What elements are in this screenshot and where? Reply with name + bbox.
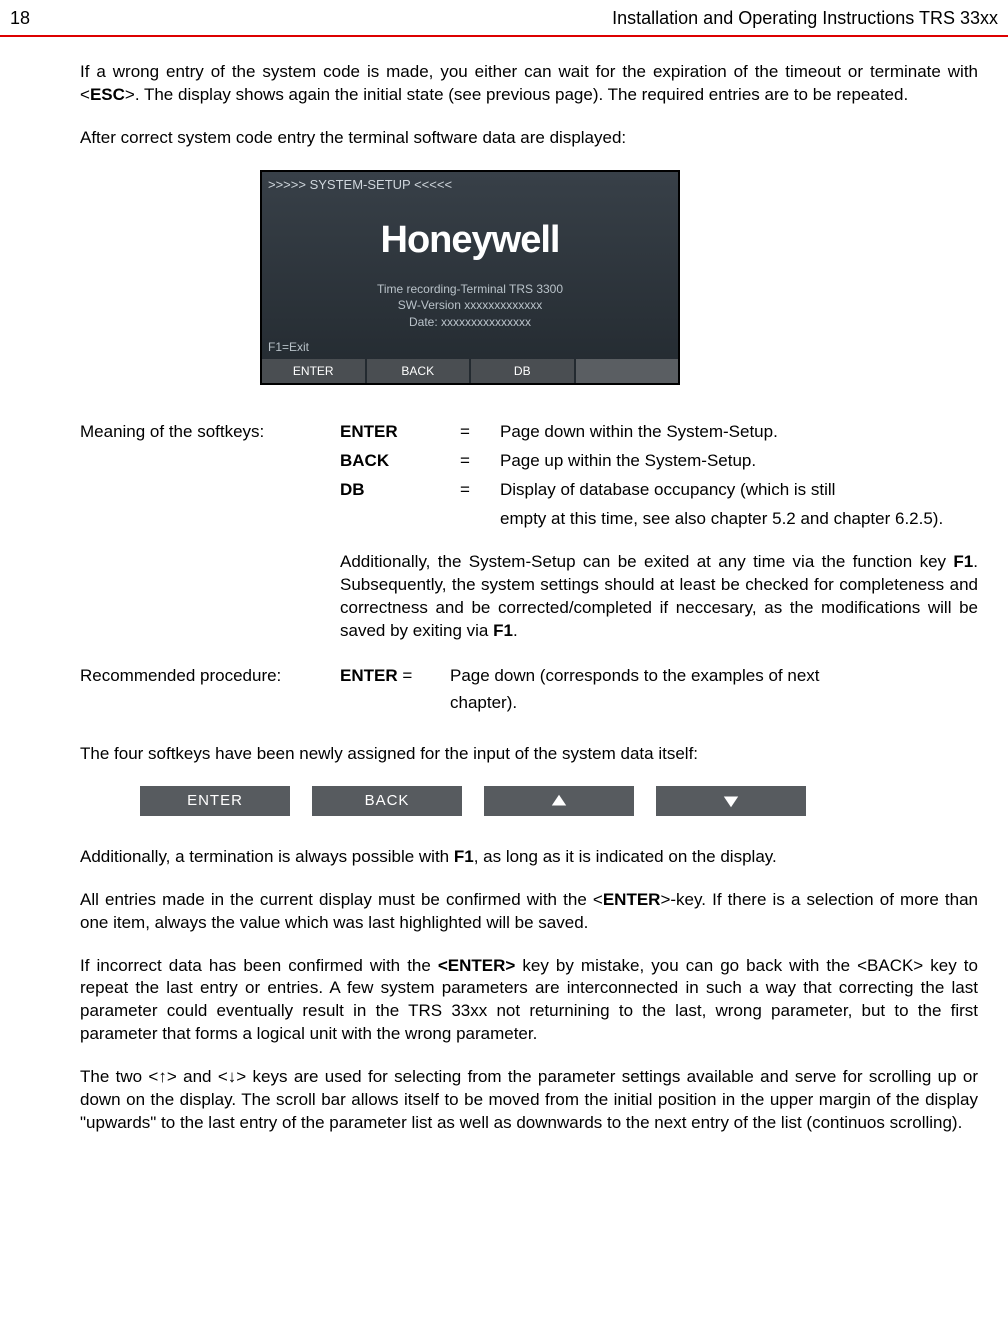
terminal-line3: Date: xxxxxxxxxxxxxxx <box>262 314 678 331</box>
terminal-line2: SW-Version xxxxxxxxxxxxx <box>262 297 678 314</box>
header-divider <box>0 35 1008 37</box>
arrow-up-icon <box>550 792 568 810</box>
text: Additionally, the System-Setup can be ex… <box>340 552 953 571</box>
softkey-name-back: BACK <box>340 450 460 473</box>
softkey-meaning-row-enter: Meaning of the softkeys: ENTER = Page do… <box>80 421 978 444</box>
terminal-title: >>>>> SYSTEM-SETUP <<<<< <box>262 172 678 198</box>
key-esc: ESC <box>90 85 125 104</box>
terminal-softkey-bar: ENTER BACK DB <box>262 359 678 383</box>
body-content: If a wrong entry of the system code is m… <box>0 61 1008 1135</box>
terminal-sk-enter: ENTER <box>262 359 367 383</box>
softkey-meaning-row-db: DB = Display of database occupancy (whic… <box>80 479 978 502</box>
paragraph-after-correct: After correct system code entry the term… <box>80 127 978 150</box>
page-number: 18 <box>10 8 30 29</box>
terminal-info: Time recording-Terminal TRS 3300 SW-Vers… <box>262 271 678 339</box>
doc-title: Installation and Operating Instructions … <box>612 8 998 29</box>
softkey-desc-enter: Page down within the System-Setup. <box>500 421 978 444</box>
key-enter: ENTER <box>603 890 661 909</box>
text: All entries made in the current display … <box>80 890 603 909</box>
paragraph-arrow-keys: The two <↑> and <↓> keys are used for se… <box>80 1066 978 1135</box>
key-enter-wrapped: <ENTER> <box>438 956 515 975</box>
softkey-back-button: BACK <box>312 786 462 816</box>
softkey-desc-db: Display of database occupancy (which is … <box>500 479 978 502</box>
terminal-line1: Time recording-Terminal TRS 3300 <box>262 281 678 298</box>
text: . <box>513 621 518 640</box>
equals: = <box>460 421 500 444</box>
softkey-name-enter: ENTER <box>340 421 460 444</box>
softkey-enter-label: ENTER <box>187 791 243 811</box>
paragraph-termination-f1: Additionally, a termination is always po… <box>80 846 978 869</box>
recommended-desc: Page down (corresponds to the examples o… <box>450 665 978 688</box>
softkey-enter-button: ENTER <box>140 786 290 816</box>
key-enter: ENTER <box>340 666 398 685</box>
terminal-sk-db: DB <box>471 359 576 383</box>
paragraph-confirm-enter: All entries made in the current display … <box>80 889 978 935</box>
key-f1: F1 <box>493 621 513 640</box>
terminal-display: >>>>> SYSTEM-SETUP <<<<< Honeywell Time … <box>260 170 680 386</box>
softkey-meaning-label: Meaning of the softkeys: <box>80 421 340 444</box>
recommended-desc-cont: chapter). <box>450 692 978 715</box>
softkey-down-button <box>656 786 806 816</box>
softkey-back-label: BACK <box>365 791 410 811</box>
text: >. The display shows again the initial s… <box>125 85 908 104</box>
paragraph-wrong-entry: If a wrong entry of the system code is m… <box>80 61 978 107</box>
key-f1: F1 <box>454 847 474 866</box>
softkey-up-button <box>484 786 634 816</box>
text: If incorrect data has been confirmed wit… <box>80 956 438 975</box>
equals: = <box>398 666 413 685</box>
honeywell-logo: Honeywell <box>262 197 678 270</box>
paragraph-additionally-exit: Additionally, the System-Setup can be ex… <box>340 551 978 643</box>
recommended-label: Recommended procedure: <box>80 665 340 688</box>
terminal-screenshot: >>>>> SYSTEM-SETUP <<<<< Honeywell Time … <box>260 170 978 386</box>
softkey-meaning-row-back: BACK = Page up within the System-Setup. <box>80 450 978 473</box>
recommended-key: ENTER = <box>340 665 450 688</box>
equals: = <box>460 479 500 502</box>
recommended-procedure-row: Recommended procedure: ENTER = Page down… <box>80 665 978 688</box>
softkey-desc-db-cont: empty at this time, see also chapter 5.2… <box>500 508 978 531</box>
text: Additionally, a termination is always po… <box>80 847 454 866</box>
arrow-down-icon <box>722 792 740 810</box>
equals: = <box>460 450 500 473</box>
text: , as long as it is indicated on the disp… <box>474 847 777 866</box>
terminal-sk-blank <box>576 359 679 383</box>
terminal-sk-back: BACK <box>367 359 472 383</box>
key-f1: F1 <box>953 552 973 571</box>
paragraph-incorrect-data: If incorrect data has been confirmed wit… <box>80 955 978 1047</box>
page-header: 18 Installation and Operating Instructio… <box>0 0 1008 33</box>
softkey-desc-back: Page up within the System-Setup. <box>500 450 978 473</box>
paragraph-four-softkeys: The four softkeys have been newly assign… <box>80 743 978 766</box>
terminal-f1-hint: F1=Exit <box>262 339 678 359</box>
softkey-button-row: ENTER BACK <box>140 786 978 816</box>
softkey-name-db: DB <box>340 479 460 502</box>
